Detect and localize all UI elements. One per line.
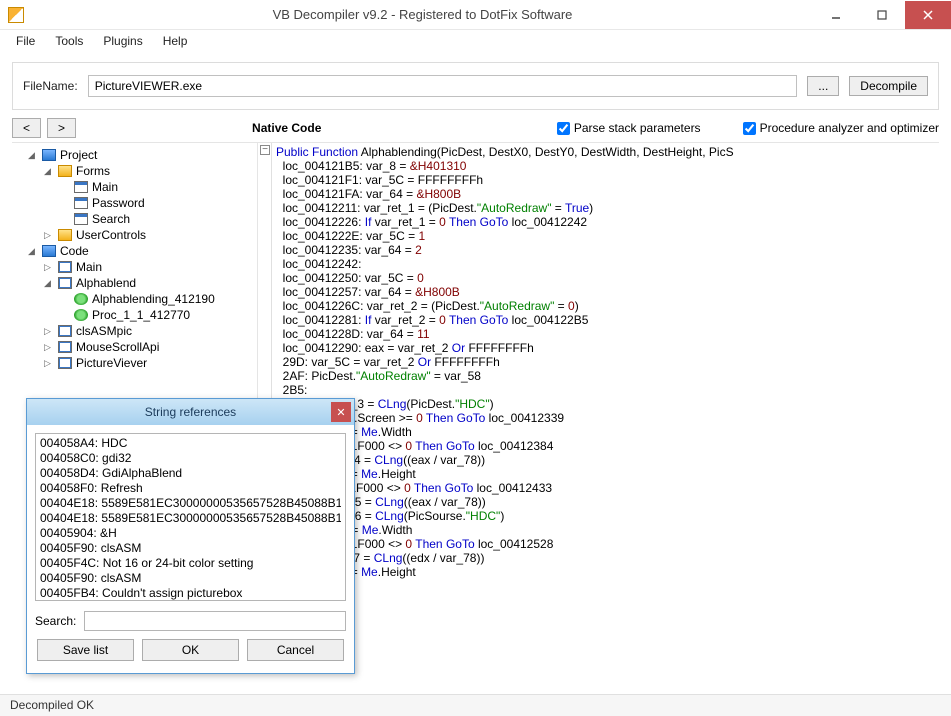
close-button[interactable] xyxy=(905,1,951,29)
code-root-icon xyxy=(42,245,56,257)
status-text: Decompiled OK xyxy=(10,698,94,712)
browse-button[interactable]: ... xyxy=(807,76,839,96)
fold-toggle-icon[interactable]: − xyxy=(260,145,270,155)
titlebar: VB Decompiler v9.2 - Registered to DotFi… xyxy=(0,0,951,30)
tree-form-password[interactable]: Password xyxy=(60,195,257,211)
parse-stack-input[interactable] xyxy=(557,122,570,135)
proc-analyzer-checkbox[interactable]: Procedure analyzer and optimizer xyxy=(743,121,939,135)
string-references-dialog: String references ✕ 004058A4: HDC004058C… xyxy=(26,398,355,674)
string-list-item[interactable]: 00405F4C: Not 16 or 24-bit color setting xyxy=(40,556,341,571)
string-list-item[interactable]: 004058A4: HDC xyxy=(40,436,341,451)
module-icon xyxy=(58,357,72,369)
string-list-item[interactable]: 00404E18: 5589E581EC30000000535657528B45… xyxy=(40,496,341,511)
status-bar: Decompiled OK xyxy=(0,694,951,716)
minimize-button[interactable] xyxy=(813,1,859,29)
search-label: Search: xyxy=(35,614,76,628)
proc-analyzer-label: Procedure analyzer and optimizer xyxy=(760,121,939,135)
proc-analyzer-input[interactable] xyxy=(743,122,756,135)
tree-clsasmpic[interactable]: ▷clsASMpic xyxy=(44,323,257,339)
menu-plugins[interactable]: Plugins xyxy=(95,32,150,50)
string-list-item[interactable]: 00405F90: clsASM xyxy=(40,571,341,586)
tree-proc-1-1[interactable]: Proc_1_1_412770 xyxy=(60,307,257,323)
tree-code[interactable]: ◢Code xyxy=(28,243,257,259)
window-title: VB Decompiler v9.2 - Registered to DotFi… xyxy=(32,7,813,22)
form-icon xyxy=(74,181,88,193)
module-icon xyxy=(58,325,72,337)
search-input[interactable] xyxy=(84,611,346,631)
options-row: < > Native Code Parse stack parameters P… xyxy=(12,118,939,138)
tree-usercontrols[interactable]: ▷UserControls xyxy=(44,227,257,243)
procedure-icon xyxy=(74,309,88,321)
menu-help[interactable]: Help xyxy=(155,32,196,50)
module-icon xyxy=(58,261,72,273)
tree-project[interactable]: ◢Project xyxy=(28,147,257,163)
codeview-heading: Native Code xyxy=(252,121,321,135)
tree-form-main[interactable]: Main xyxy=(60,179,257,195)
app-icon xyxy=(8,7,24,23)
dialog-close-button[interactable]: ✕ xyxy=(331,402,351,422)
module-icon xyxy=(58,277,72,289)
code-content[interactable]: Public Function Alphablending(PicDest, D… xyxy=(276,143,939,581)
string-list-item[interactable]: 004058F0: Refresh xyxy=(40,481,341,496)
tree-form-search[interactable]: Search xyxy=(60,211,257,227)
module-icon xyxy=(58,341,72,353)
string-list-item[interactable]: 00405FB4: Couldn't assign picturebox xyxy=(40,586,341,601)
form-icon xyxy=(74,197,88,209)
project-icon xyxy=(42,149,56,161)
tree-pictureviever[interactable]: ▷PictureViever xyxy=(44,355,257,371)
string-list-item[interactable]: 00405F90: clsASM xyxy=(40,541,341,556)
string-list-item[interactable]: 00404E18: 5589E581EC30000000535657528B45… xyxy=(40,511,341,526)
filename-panel: FileName: ... Decompile xyxy=(12,62,939,110)
maximize-button[interactable] xyxy=(859,1,905,29)
menubar: File Tools Plugins Help xyxy=(0,30,951,52)
filename-input[interactable] xyxy=(88,75,798,97)
string-list-item[interactable]: 004058D4: GdiAlphaBlend xyxy=(40,466,341,481)
dialog-title: String references xyxy=(145,405,236,419)
folder-icon xyxy=(58,229,72,241)
tree-mousescroll[interactable]: ▷MouseScrollApi xyxy=(44,339,257,355)
folder-icon xyxy=(58,165,72,177)
parse-stack-checkbox[interactable]: Parse stack parameters xyxy=(557,121,701,135)
save-list-button[interactable]: Save list xyxy=(37,639,134,661)
string-list-item[interactable]: 004058C0: gdi32 xyxy=(40,451,341,466)
nav-forward-button[interactable]: > xyxy=(47,118,76,138)
cancel-button[interactable]: Cancel xyxy=(247,639,344,661)
tree-alphablending-proc[interactable]: Alphablending_412190 xyxy=(60,291,257,307)
string-list-item[interactable]: 00405904: &H xyxy=(40,526,341,541)
decompile-button[interactable]: Decompile xyxy=(849,76,928,96)
nav-back-button[interactable]: < xyxy=(12,118,41,138)
form-icon xyxy=(74,213,88,225)
tree-alphablend[interactable]: ◢Alphablend xyxy=(44,275,257,291)
menu-file[interactable]: File xyxy=(8,32,43,50)
menu-tools[interactable]: Tools xyxy=(47,32,91,50)
code-view[interactable]: − Public Function Alphablending(PicDest,… xyxy=(258,143,939,667)
ok-button[interactable]: OK xyxy=(142,639,239,661)
dialog-titlebar[interactable]: String references ✕ xyxy=(27,399,354,425)
tree-forms[interactable]: ◢Forms xyxy=(44,163,257,179)
filename-label: FileName: xyxy=(23,79,78,93)
string-listbox[interactable]: 004058A4: HDC004058C0: gdi32004058D4: Gd… xyxy=(35,433,346,601)
parse-stack-label: Parse stack parameters xyxy=(574,121,701,135)
procedure-icon xyxy=(74,293,88,305)
tree-code-main[interactable]: ▷Main xyxy=(44,259,257,275)
